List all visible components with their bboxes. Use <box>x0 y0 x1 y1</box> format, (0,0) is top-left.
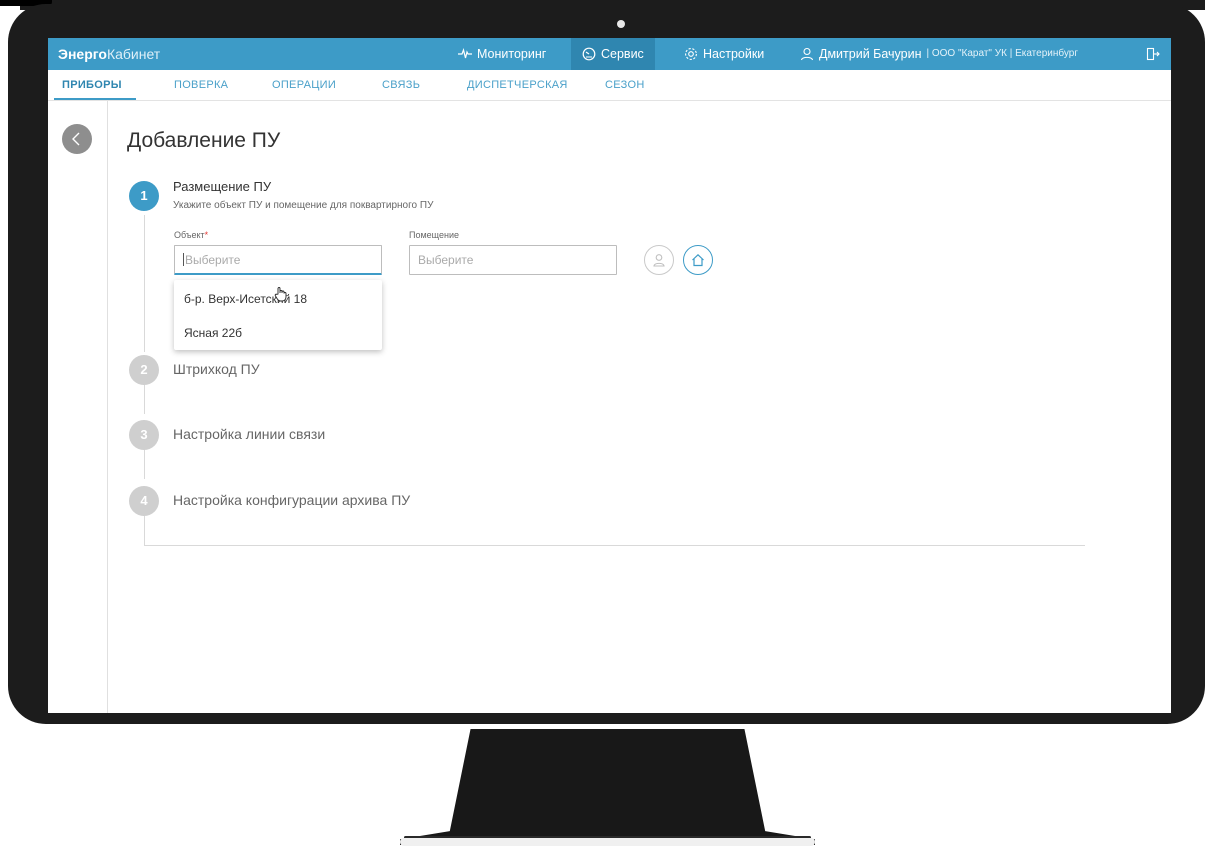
step-1-indicator: 1 <box>129 181 159 211</box>
step-1-subtitle: Укажите объект ПУ и помещение для поквар… <box>173 200 434 211</box>
tab-verification[interactable]: ПОВЕРКА <box>174 70 228 100</box>
text-caret <box>183 253 184 266</box>
nav-service[interactable]: Сервис <box>571 38 655 70</box>
page-title: Добавление ПУ <box>127 129 281 152</box>
step-4-indicator: 4 <box>129 486 159 516</box>
user-icon <box>800 47 814 61</box>
user-menu[interactable]: Дмитрий Бачурин | ООО "Карат" УК | Екате… <box>800 38 1078 70</box>
gauge-icon <box>582 47 596 61</box>
brand-logo[interactable]: ЭнергоКабинет <box>58 46 160 62</box>
gear-icon <box>685 48 697 60</box>
room-select[interactable]: Выберите <box>409 245 617 275</box>
step-3-indicator: 3 <box>129 420 159 450</box>
nav-settings[interactable]: Настройки <box>680 38 768 70</box>
logout-icon <box>1146 47 1160 61</box>
nav-service-label: Сервис <box>601 47 644 61</box>
brand-bold: Энерго <box>58 46 107 62</box>
back-button[interactable] <box>62 124 92 154</box>
hand-pointer-icon <box>274 287 287 302</box>
monitor-base <box>400 838 815 846</box>
step-connector-3 <box>144 450 145 479</box>
left-rail-divider <box>107 101 108 713</box>
object-select[interactable]: Выберите <box>174 245 382 275</box>
logout-button[interactable] <box>1146 38 1160 70</box>
nav-monitoring[interactable]: Мониторинг <box>450 38 554 70</box>
room-field-label: Помещение <box>409 230 459 240</box>
tab-dispatch[interactable]: ДИСПЕТЧЕРСКАЯ <box>467 70 568 100</box>
dropdown-option[interactable]: б-р. Верх-Исетский 18 <box>184 292 307 306</box>
required-marker: * <box>204 230 209 240</box>
step-2-title[interactable]: Штрихкод ПУ <box>173 361 260 377</box>
hand-cursor-icon <box>274 286 288 305</box>
user-name: Дмитрий Бачурин <box>819 47 922 61</box>
object-label-text: Объект <box>174 230 205 240</box>
step-2-indicator: 2 <box>129 355 159 385</box>
step-1-title[interactable]: Размещение ПУ <box>173 179 271 194</box>
steps-bottom-line <box>144 545 1085 546</box>
camera-dot <box>617 20 625 28</box>
person-filter-button[interactable] <box>644 245 674 275</box>
main-tabs: ПРИБОРЫ ПОВЕРКА ОПЕРАЦИИ СВЯЗЬ ДИСПЕТЧЕР… <box>48 70 1171 101</box>
step-connector-2 <box>144 385 145 414</box>
brand-light: Кабинет <box>106 46 161 62</box>
chevron-left-icon <box>72 132 80 146</box>
step-3-title[interactable]: Настройка линии связи <box>173 426 325 442</box>
monitor-stand <box>400 729 815 845</box>
nav-monitoring-label: Мониторинг <box>477 47 547 61</box>
pulse-icon <box>458 48 472 59</box>
step-connector-1 <box>144 215 145 352</box>
person-icon <box>653 254 665 267</box>
user-organization: | ООО "Карат" УК | Екатеринбург <box>926 48 1078 59</box>
object-field-label: Объект* <box>174 230 208 240</box>
home-icon <box>692 253 704 267</box>
app-screen: ЭнергоКабинет Мониторинг Сервис Настройк… <box>48 38 1171 713</box>
tab-operations[interactable]: ОПЕРАЦИИ <box>272 70 336 100</box>
step-connector-4 <box>144 516 145 546</box>
room-select-placeholder: Выберите <box>418 253 474 267</box>
nav-settings-label: Настройки <box>703 47 765 61</box>
top-bar: ЭнергоКабинет Мониторинг Сервис Настройк… <box>48 38 1171 70</box>
tab-season[interactable]: СЕЗОН <box>605 70 645 100</box>
object-select-placeholder: Выберите <box>185 253 241 267</box>
tab-devices[interactable]: ПРИБОРЫ <box>54 70 136 100</box>
tab-connection[interactable]: СВЯЗЬ <box>382 70 420 100</box>
home-filter-button[interactable] <box>683 245 713 275</box>
step-4-title[interactable]: Настройка конфигурации архива ПУ <box>173 492 410 508</box>
dropdown-option[interactable]: Ясная 22б <box>184 326 242 340</box>
